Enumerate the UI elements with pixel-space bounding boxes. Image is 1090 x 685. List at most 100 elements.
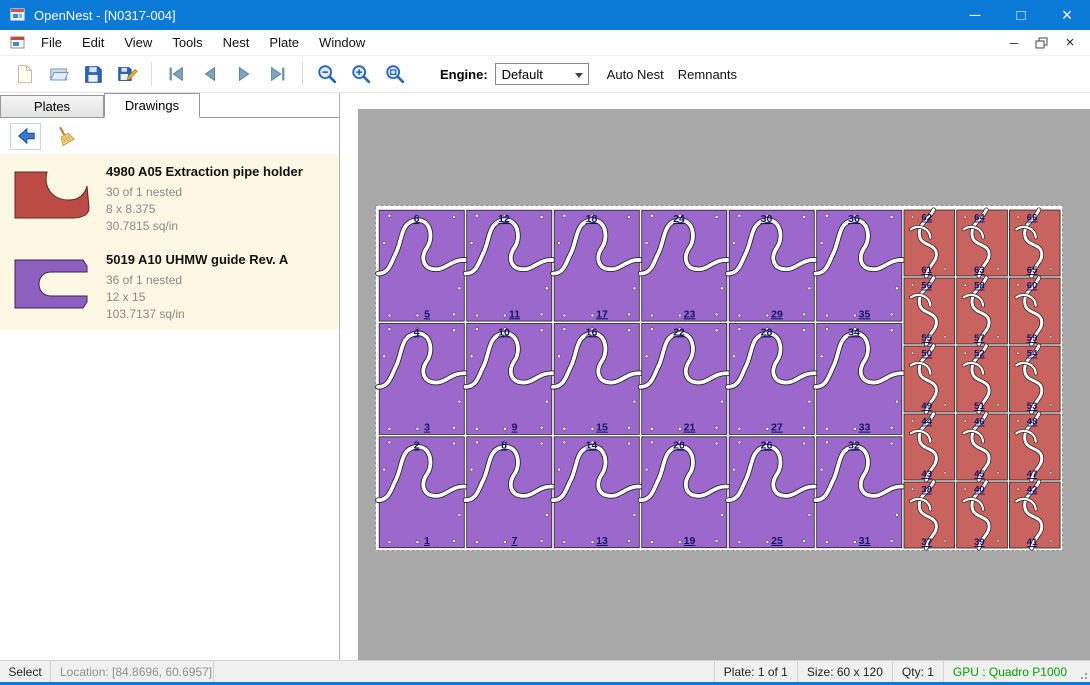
part-number: 46: [974, 417, 985, 428]
part-number: 11: [509, 308, 520, 320]
status-size: Size: 60 x 120: [798, 661, 892, 682]
menu-nest[interactable]: Nest: [213, 30, 260, 55]
part-number: 29: [771, 308, 783, 320]
status-bar: Select Location: [84.8696, 60.6957] Plat…: [0, 660, 1090, 682]
import-drawing-button[interactable]: [10, 123, 41, 150]
part-number: 28: [761, 326, 773, 338]
menu-edit[interactable]: Edit: [72, 30, 114, 55]
mdi-document-icon: [10, 35, 26, 51]
clean-broom-icon: [54, 125, 76, 147]
part-number: 6: [414, 213, 420, 225]
zoom-in-button[interactable]: [344, 59, 378, 89]
drawing-size: 12 x 15: [106, 289, 288, 306]
app-icon: [10, 7, 26, 23]
part-number: 58: [974, 281, 985, 292]
close-button[interactable]: ×: [1044, 0, 1090, 30]
tab-drawings[interactable]: Drawings: [104, 93, 200, 118]
part-number: 25: [771, 535, 783, 547]
part-number: 2: [414, 440, 420, 452]
part-number: 42: [1027, 485, 1038, 496]
drawing-list-item[interactable]: 4980 A05 Extraction pipe holder 30 of 1 …: [0, 154, 339, 242]
part-number: 48: [1027, 417, 1038, 428]
part-number: 19: [684, 535, 696, 547]
go-first-icon: [165, 63, 187, 85]
part-number: 21: [684, 422, 696, 434]
go-last-button[interactable]: [261, 59, 295, 89]
content-area: Plates Drawings 4980 A05 Extraction pip: [0, 93, 1090, 660]
minimize-button[interactable]: ─: [952, 0, 998, 30]
part-number: 51: [974, 401, 985, 412]
drawing-title: 5019 A10 UHMW guide Rev. A: [106, 252, 288, 267]
plate-view[interactable]: 6512111817242330293635431091615222128273…: [375, 205, 1063, 551]
part-number: 7: [512, 535, 518, 547]
auto-nest-button[interactable]: Auto Nest: [607, 67, 664, 82]
new-button[interactable]: [8, 59, 42, 89]
part-number: 40: [974, 485, 985, 496]
mdi-restore-button[interactable]: [1030, 33, 1054, 53]
menu-bar: File Edit View Tools Nest Plate Window ─…: [0, 30, 1090, 56]
part-number: 39: [974, 537, 985, 548]
status-mode: Select: [0, 661, 50, 682]
drawing-info: 4980 A05 Extraction pipe holder 30 of 1 …: [106, 162, 303, 234]
menu-plate[interactable]: Plate: [259, 30, 309, 55]
remnants-button[interactable]: Remnants: [678, 67, 737, 82]
part-number: 54: [1027, 349, 1038, 360]
open-button[interactable]: [42, 59, 76, 89]
part-number: 49: [921, 401, 932, 412]
resize-grip[interactable]: [1076, 661, 1090, 682]
tab-plates[interactable]: Plates: [0, 95, 104, 117]
menu-file[interactable]: File: [31, 30, 72, 55]
part-number: 32: [848, 440, 860, 452]
menu-tools[interactable]: Tools: [162, 30, 212, 55]
open-folder-icon: [48, 63, 70, 85]
mdi-minimize-button[interactable]: ─: [1002, 33, 1026, 53]
zoom-fit-button[interactable]: [378, 59, 412, 89]
window-controls: ─ □ ×: [952, 0, 1090, 30]
part-number: 30: [761, 213, 773, 225]
menu-window[interactable]: Window: [309, 30, 375, 55]
part-number: 50: [921, 349, 932, 360]
part-number: 24: [673, 213, 685, 225]
drawing-size: 8 x 8.375: [106, 201, 303, 218]
resize-grip-icon: [1078, 670, 1088, 680]
part-number: 52: [974, 349, 985, 360]
part-number: 59: [1027, 333, 1038, 344]
zoom-in-icon: [350, 63, 372, 85]
drawing-info: 5019 A10 UHMW guide Rev. A 36 of 1 neste…: [106, 250, 288, 322]
menu-view[interactable]: View: [114, 30, 162, 55]
drawings-list: 4980 A05 Extraction pipe holder 30 of 1 …: [0, 154, 339, 660]
go-next-button[interactable]: [227, 59, 261, 89]
part-number: 26: [761, 440, 773, 452]
go-first-button[interactable]: [159, 59, 193, 89]
nest-canvas[interactable]: 6512111817242330293635431091615222128273…: [340, 93, 1090, 660]
clear-drawings-button[interactable]: [49, 123, 80, 150]
status-plate: Plate: 1 of 1: [715, 661, 797, 682]
mdi-close-button[interactable]: ×: [1058, 33, 1082, 53]
status-location: Location: [84.8696, 60.6957]: [51, 661, 213, 682]
drawing-nested-count: 30 of 1 nested: [106, 184, 303, 201]
part-number: 66: [1027, 213, 1038, 224]
save-icon: [82, 63, 104, 85]
part-number: 4: [414, 326, 420, 338]
zoom-out-button[interactable]: [310, 59, 344, 89]
engine-selected-value: Default: [502, 67, 543, 82]
part-number: 37: [921, 537, 932, 548]
part-number: 15: [596, 422, 608, 434]
window-title: OpenNest - [N0317-004]: [34, 8, 176, 23]
save-as-button[interactable]: [110, 59, 144, 89]
title-bar: OpenNest - [N0317-004] ─ □ ×: [0, 0, 1090, 30]
part-number: 20: [673, 440, 685, 452]
go-previous-button[interactable]: [193, 59, 227, 89]
zoom-fit-icon: [384, 63, 406, 85]
mdi-window-controls: ─ ×: [1002, 33, 1090, 53]
part-number: 53: [1027, 401, 1038, 412]
save-button[interactable]: [76, 59, 110, 89]
engine-select[interactable]: Default: [495, 63, 589, 85]
part-number: 31: [859, 535, 871, 547]
part-number: 12: [498, 213, 510, 225]
drawing-area: 103.7137 sq/in: [106, 306, 288, 323]
drawing-list-item[interactable]: 5019 A10 UHMW guide Rev. A 36 of 1 neste…: [0, 242, 339, 330]
part-thumbnail-red: [12, 168, 94, 226]
maximize-button[interactable]: □: [998, 0, 1044, 30]
part-number: 38: [921, 485, 932, 496]
